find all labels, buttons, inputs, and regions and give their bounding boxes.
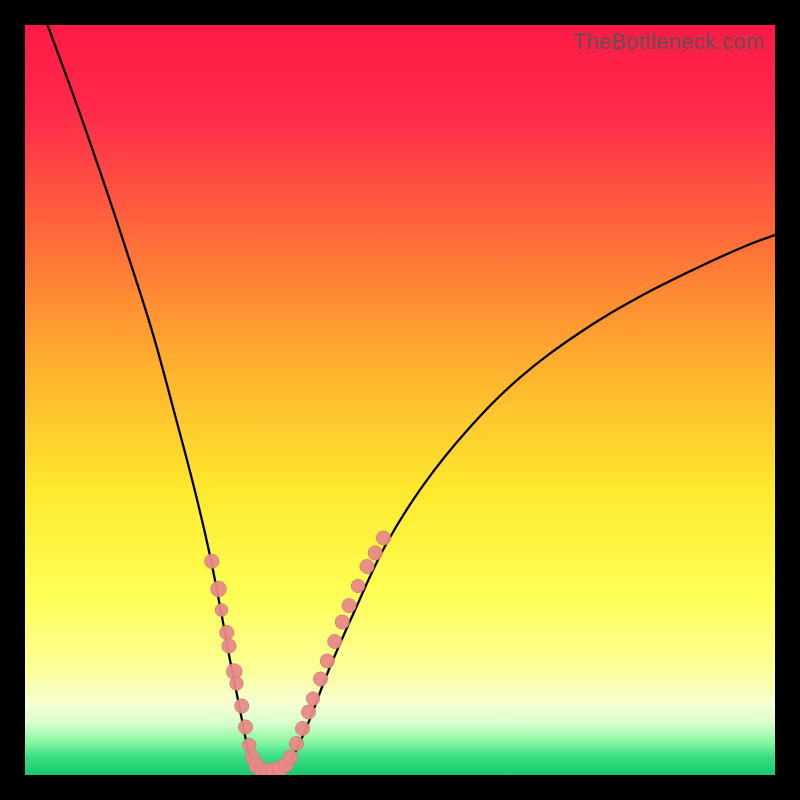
chart-frame: TheBottleneck.com — [0, 0, 800, 800]
sample-dot — [368, 546, 382, 560]
sample-dot — [306, 692, 320, 706]
sample-dot — [235, 699, 249, 713]
sample-dot — [211, 581, 227, 597]
chart-svg — [25, 25, 775, 775]
sample-dot — [313, 672, 327, 686]
gradient-background — [25, 25, 775, 775]
plot-area: TheBottleneck.com — [25, 25, 775, 775]
sample-dot — [328, 634, 342, 648]
sample-dot — [376, 531, 390, 545]
sample-dot — [222, 639, 236, 653]
sample-dot — [342, 598, 356, 612]
sample-dot — [320, 654, 334, 668]
sample-dot — [295, 721, 309, 735]
sample-dot — [301, 705, 315, 719]
sample-dot — [283, 750, 297, 764]
sample-dot — [220, 625, 234, 639]
sample-dot — [360, 559, 374, 573]
sample-dot — [238, 720, 252, 734]
sample-dot — [205, 554, 219, 568]
sample-dot — [230, 677, 244, 691]
sample-dot — [289, 736, 303, 750]
sample-dot — [335, 615, 349, 629]
sample-dot — [215, 604, 228, 617]
watermark-label: TheBottleneck.com — [573, 29, 765, 55]
sample-dot — [351, 579, 365, 593]
